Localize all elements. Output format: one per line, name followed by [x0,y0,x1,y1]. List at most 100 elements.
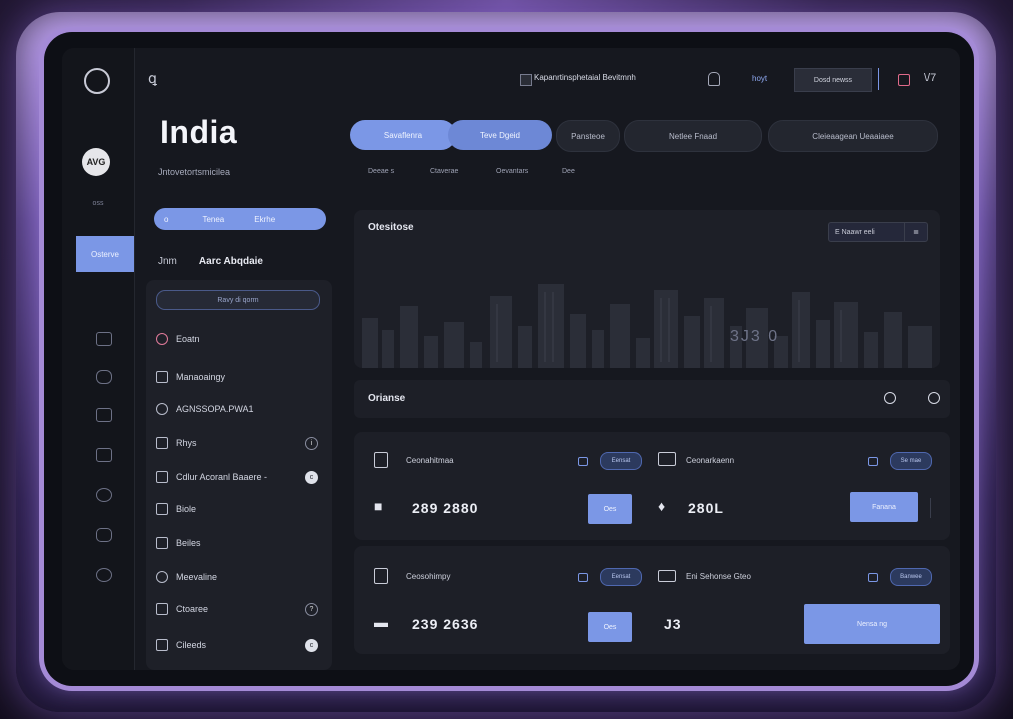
nav-item[interactable]: Beiles [156,534,324,552]
database-icon[interactable] [96,408,112,422]
header-link[interactable]: hoyt [752,74,767,83]
filter-pill[interactable]: o Tenea Ekrhe [154,208,326,230]
metric-action-button[interactable]: Oes [588,612,632,642]
tab-teve-dgeid[interactable]: Teve Dgeid [448,120,552,150]
app-screen: AVG oss Osterve ꝗ India Jntovetortsmicil… [62,48,960,670]
avatar[interactable]: AVG [82,148,110,176]
header-button[interactable]: Dosd newss [794,68,872,92]
filter-c[interactable]: Ekrhe [244,215,285,224]
square-icon [156,537,168,549]
pen-icon[interactable]: \/7 [924,72,936,84]
nav-item[interactable]: Manaoaingy [156,368,324,386]
grid-icon [156,437,168,449]
checkbox-toggle[interactable] [578,573,588,582]
tab-netlee[interactable]: Netlee Fnaad [624,120,762,152]
inbox-icon[interactable] [96,332,112,346]
nav-item[interactable]: AGNSSOPA.PWA1 [156,400,324,418]
settings-icon[interactable] [96,568,112,582]
chart-overlay-value: 3J3 0 [730,328,780,345]
metric-pill[interactable]: Se mae [890,452,932,470]
metric-action-button[interactable]: Oes [588,494,632,524]
metric-card: Ceonahitmaa Eensat ■ 289 2880 Oes Ceonar… [354,432,950,540]
user-icon[interactable] [708,72,720,86]
square-icon[interactable] [96,448,112,462]
rail-item-overview[interactable]: Osterve [76,236,134,272]
filter-icon[interactable]: ≣ [904,223,927,241]
metric-value: 289 2880 [412,500,479,516]
calendar-icon [374,568,388,584]
page-subtitle: Jntovetortsmicilea [158,167,231,177]
checkbox-toggle[interactable] [578,457,588,466]
metric-label: Eni Sehonse Gteo [686,572,751,581]
metric-action-button[interactable]: Fanana [850,492,918,522]
puzzle-icon: ♦ [658,498,666,514]
metric-label: Ceosohimpy [406,572,451,581]
checkbox-toggle[interactable] [868,573,878,582]
rail-caption: oss [92,200,104,207]
image-icon [658,452,676,466]
nav-item[interactable]: Cileeds c [156,636,324,654]
subtab[interactable]: Ctaverae [430,168,458,175]
filter-b[interactable]: Tenea [192,215,234,224]
metric-value: 239 2636 [412,616,479,632]
skyline-card: Otesitose E Naawr eeli ≣ 3J3 0 [354,210,940,368]
metric-pill[interactable]: Banwee [890,568,932,586]
nav-item[interactable]: Eoatn [156,330,324,348]
nav-item[interactable]: Ctoaree? [156,600,324,618]
radio-option-1[interactable] [884,392,896,404]
nav-item[interactable]: Meevaline [156,568,324,586]
metric-card: Ceosohimpy Eensat ▬ 239 2636 Oes Eni Seh… [354,546,950,654]
chart-control[interactable]: E Naawr eeli ≣ [828,222,928,242]
square-icon [156,503,168,515]
tab-pansteoe[interactable]: Pansteoe [556,120,620,152]
video-icon[interactable] [898,74,910,86]
status-badge[interactable]: c [305,470,318,484]
building-icon: ■ [374,498,383,514]
subtab[interactable]: Deeae s [368,168,394,175]
status-badge[interactable]: c [305,638,318,652]
subtab[interactable]: Oevantars [496,168,528,175]
refresh-icon[interactable] [96,488,112,502]
users-icon[interactable] [96,370,112,384]
metric-label: Ceonarkaenn [686,456,735,465]
tab-cleieaagean[interactable]: Cleieaagean Ueaaiaee [768,120,938,152]
divider [930,498,931,518]
metric-action-button[interactable]: Nensa ng [804,604,940,644]
checkbox-toggle[interactable] [868,457,878,466]
nav-item[interactable]: Biole [156,500,324,518]
tab-savaflenra[interactable]: Savaflenra [350,120,456,150]
pin-icon[interactable]: ꝗ [148,70,157,87]
globe-icon [156,403,168,415]
metric-pill[interactable]: Eensat [600,452,642,470]
icon-rail: AVG oss Osterve [62,48,135,670]
help-badge[interactable]: ? [305,602,318,616]
info-badge[interactable]: i [305,436,318,450]
left-tab-first[interactable]: Jnm [158,256,177,267]
document-icon [374,452,388,468]
nav-search-input[interactable]: Ravy di qorm [156,290,320,310]
metric-label: Ceonahitmaa [406,456,454,465]
radio-option-2[interactable] [928,392,940,404]
puzzle-icon[interactable] [96,528,112,542]
header-title: Kapanrtinsphetaial Bevitmnh [534,73,636,82]
city-skyline-image [362,284,932,368]
left-tabs: Jnm Aarc Abqdaie [158,256,263,267]
header-divider [878,68,879,90]
circle-icon [156,333,168,345]
header-checkbox[interactable] [520,74,532,86]
card-icon [658,570,676,582]
page-title: India [160,114,238,150]
nav-item[interactable]: Rhys i [156,434,324,452]
metric-value: J3 [664,616,682,632]
nav-item[interactable]: Cdlur Acoranl Baaere -c [156,468,324,486]
section-label: Orianse [368,393,406,404]
tag-icon [156,471,168,483]
app-logo-icon[interactable] [84,68,110,94]
subtab[interactable]: Dee [562,168,575,175]
filter-a[interactable]: o [154,215,178,224]
metric-pill[interactable]: Eensat [600,568,642,586]
document-icon [156,639,168,651]
clock-icon [156,571,168,583]
section-bar: Orianse [354,380,950,418]
left-tab-second[interactable]: Aarc Abqdaie [199,256,263,267]
